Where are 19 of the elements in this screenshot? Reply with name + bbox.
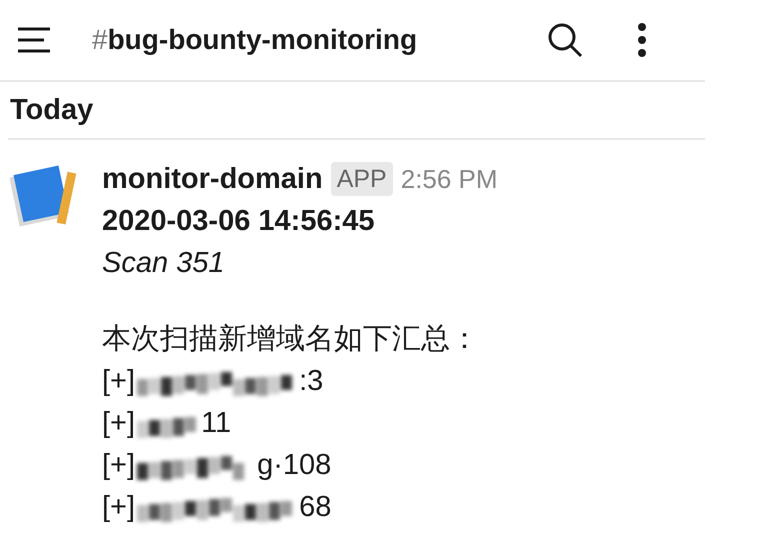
summary-text: 本次扫描新增域名如下汇总： [102,322,480,357]
message-timestamp: 2020-03-06 14:56:45 [102,204,376,239]
notebook-icon [10,164,78,228]
message-time: 2:56 PM [400,163,498,196]
sender-name[interactable]: monitor-domain [102,158,323,200]
scan-label: Scan 351 [102,246,226,281]
entry-prefix: [+] [102,490,136,525]
entry-count: :3 [299,364,324,399]
channel-title: #bug-bounty-monitoring [92,24,418,56]
entry-prefix: [+] [102,406,136,441]
entry-count: 11 [201,406,232,441]
day-divider: Today [8,82,705,140]
app-badge: APP [330,162,393,196]
menu-icon[interactable] [16,26,52,54]
entry-count: 68 [299,490,332,525]
entry-count: g·108 [257,448,332,483]
entry-prefix: [+] [102,364,136,399]
more-options-icon[interactable] [637,23,647,57]
entry-prefix: [+] [102,448,136,483]
